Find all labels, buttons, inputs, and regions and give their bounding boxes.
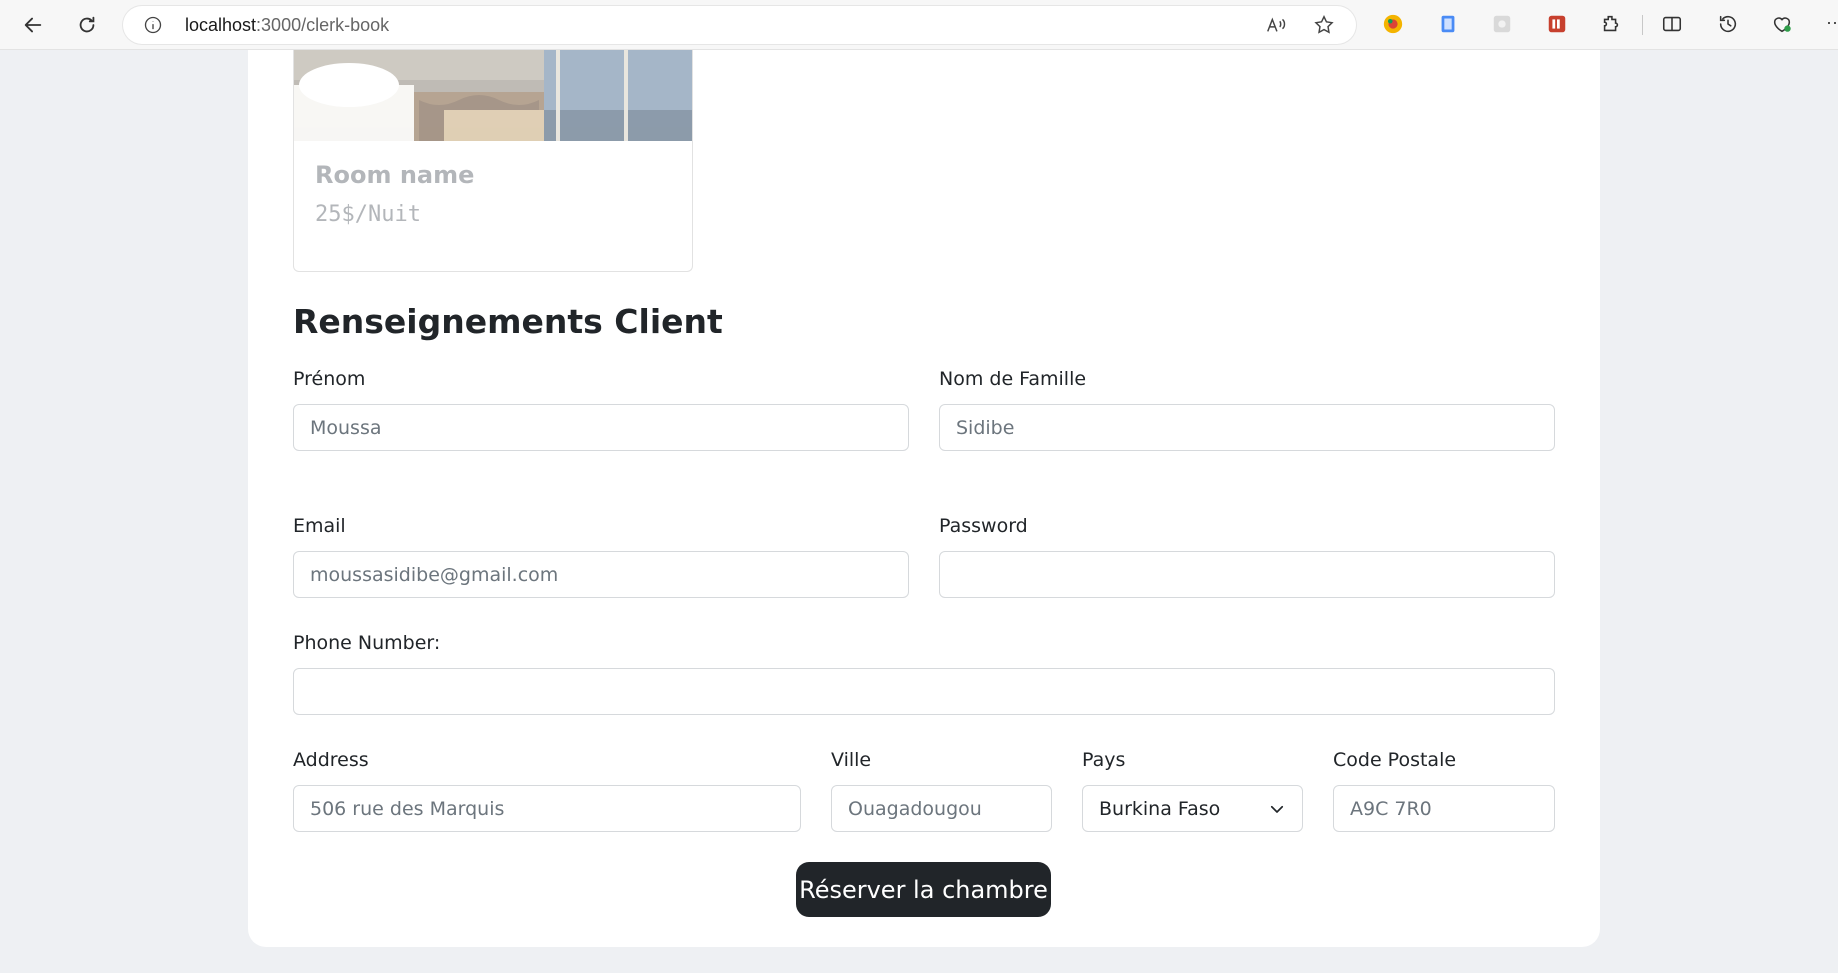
- browser-essentials-icon[interactable]: [1770, 12, 1794, 36]
- back-icon[interactable]: [18, 10, 48, 40]
- toolbar-separator: [1642, 15, 1643, 35]
- address-input[interactable]: [293, 785, 801, 832]
- extensions-puzzle-icon[interactable]: [1599, 12, 1623, 36]
- room-price: 25$/Nuit: [315, 202, 421, 227]
- address-bar[interactable]: localhost:3000/clerk-book: [123, 6, 1356, 44]
- site-info-icon[interactable]: [143, 15, 163, 35]
- address-label: Address: [293, 749, 369, 771]
- room-name: Room name: [315, 161, 475, 189]
- postal-code-input[interactable]: [1333, 785, 1555, 832]
- split-screen-icon[interactable]: [1660, 12, 1684, 36]
- country-select[interactable]: Burkina Faso: [1082, 785, 1303, 832]
- phone-label: Phone Number:: [293, 632, 441, 654]
- read-aloud-icon[interactable]: [1265, 14, 1287, 36]
- last-name-input[interactable]: [939, 404, 1555, 451]
- phone-input[interactable]: [293, 668, 1555, 715]
- email-input[interactable]: [293, 551, 909, 598]
- extension-clipboard-icon[interactable]: [1436, 12, 1460, 36]
- more-menu-icon[interactable]: ···: [1826, 12, 1838, 33]
- chevron-down-icon: [1270, 805, 1284, 813]
- last-name-label: Nom de Famille: [939, 368, 1087, 390]
- country-select-value: Burkina Faso: [1099, 797, 1221, 820]
- password-label: Password: [939, 515, 1028, 537]
- page-title: Renseignements Client: [293, 302, 723, 341]
- country-label: Pays: [1082, 749, 1126, 771]
- first-name-input[interactable]: [293, 404, 909, 451]
- room-image: [294, 50, 692, 141]
- city-input[interactable]: [831, 785, 1052, 832]
- url-text[interactable]: localhost:3000/clerk-book: [185, 15, 389, 36]
- favorite-star-icon[interactable]: [1313, 14, 1335, 36]
- history-icon[interactable]: [1716, 12, 1740, 36]
- room-card[interactable]: Room name 25$/Nuit: [293, 50, 693, 272]
- email-label: Email: [293, 515, 346, 537]
- extension-red-icon[interactable]: [1545, 12, 1569, 36]
- reserve-room-button[interactable]: Réserver la chambre: [796, 862, 1051, 917]
- extension-color-icon[interactable]: [1381, 12, 1405, 36]
- first-name-label: Prénom: [293, 368, 366, 390]
- password-input[interactable]: [939, 551, 1555, 598]
- browser-toolbar: localhost:3000/clerk-book ···: [0, 0, 1838, 50]
- extension-grey-icon[interactable]: [1490, 12, 1514, 36]
- city-label: Ville: [831, 749, 872, 771]
- postal-code-label: Code Postale: [1333, 749, 1457, 771]
- refresh-icon[interactable]: [72, 10, 102, 40]
